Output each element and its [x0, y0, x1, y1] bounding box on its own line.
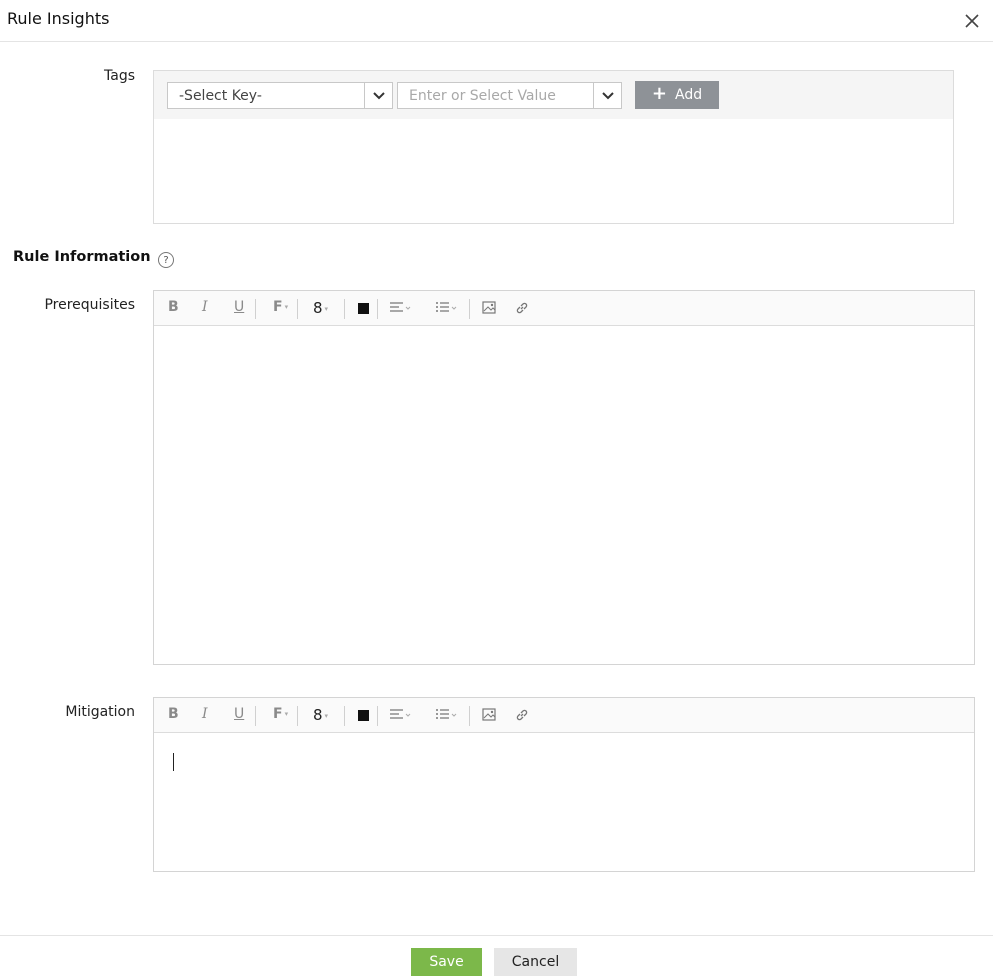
align-icon[interactable]: [389, 708, 411, 726]
link-icon[interactable]: [515, 301, 529, 319]
help-icon[interactable]: ?: [158, 252, 174, 268]
prerequisites-toolbar: B I U F ▾ 8 ▾: [154, 291, 974, 326]
font-family-icon[interactable]: F ▾: [273, 299, 288, 315]
bold-icon[interactable]: B: [168, 706, 179, 722]
toolbar-divider: [469, 299, 470, 319]
toolbar-divider: [344, 299, 345, 319]
cancel-button[interactable]: Cancel: [494, 948, 577, 976]
caret-down-icon: ▾: [284, 303, 289, 311]
toolbar-divider: [297, 706, 298, 726]
chevron-down-icon[interactable]: [364, 83, 392, 108]
text-color-icon[interactable]: [358, 710, 369, 721]
underline-icon[interactable]: U: [234, 706, 244, 722]
caret-down-icon: ▾: [284, 710, 289, 718]
toolbar-divider: [255, 706, 256, 726]
prerequisites-text-area[interactable]: [154, 326, 974, 664]
dialog-header: [0, 0, 993, 42]
add-tag-button[interactable]: + Add: [635, 81, 719, 109]
image-icon[interactable]: [482, 301, 496, 318]
toolbar-divider: [469, 706, 470, 726]
link-icon[interactable]: [515, 708, 529, 726]
prerequisites-editor: B I U F ▾ 8 ▾: [153, 290, 975, 665]
align-icon[interactable]: [389, 301, 411, 319]
tag-value-select[interactable]: Enter or Select Value: [397, 82, 622, 109]
bold-icon[interactable]: B: [168, 299, 179, 315]
caret-down-icon: ▾: [324, 711, 329, 720]
text-color-icon[interactable]: [358, 303, 369, 314]
add-tag-button-label: Add: [674, 87, 703, 103]
mitigation-text-area[interactable]: [154, 733, 974, 871]
chevron-down-icon[interactable]: [593, 83, 621, 108]
dialog-title: Rule Insights: [7, 9, 110, 28]
font-family-glyph: F: [273, 706, 283, 722]
caret-down-icon: ▾: [324, 304, 329, 313]
list-icon[interactable]: [435, 708, 457, 726]
mitigation-toolbar: B I U F ▾ 8 ▾: [154, 698, 974, 733]
font-size-value: 8: [313, 299, 323, 317]
italic-icon[interactable]: I: [202, 706, 208, 722]
toolbar-divider: [377, 299, 378, 319]
tags-label: Tags: [104, 68, 135, 84]
tag-key-select[interactable]: -Select Key-: [167, 82, 393, 109]
rule-information-heading: Rule Information: [13, 249, 151, 265]
prerequisites-label: Prerequisites: [44, 297, 135, 313]
image-icon[interactable]: [482, 708, 496, 725]
tag-value-placeholder: Enter or Select Value: [409, 88, 556, 104]
font-family-icon[interactable]: F ▾: [273, 706, 288, 722]
italic-icon[interactable]: I: [202, 299, 208, 315]
toolbar-divider: [377, 706, 378, 726]
font-size-value: 8: [313, 706, 323, 724]
text-cursor: [173, 753, 174, 771]
tags-box: -Select Key- Enter or Select Value + Add: [153, 70, 954, 224]
mitigation-editor: B I U F ▾ 8 ▾: [153, 697, 975, 872]
list-icon[interactable]: [435, 301, 457, 319]
tag-key-select-value: -Select Key-: [179, 88, 262, 104]
tags-input-bar: -Select Key- Enter or Select Value + Add: [154, 71, 953, 119]
font-size-select[interactable]: 8 ▾: [313, 299, 328, 317]
close-icon[interactable]: [962, 11, 982, 31]
toolbar-divider: [255, 299, 256, 319]
toolbar-divider: [344, 706, 345, 726]
mitigation-label: Mitigation: [65, 704, 135, 720]
plus-icon: +: [651, 83, 667, 104]
underline-icon[interactable]: U: [234, 299, 244, 315]
toolbar-divider: [297, 299, 298, 319]
save-button[interactable]: Save: [411, 948, 482, 976]
font-family-glyph: F: [273, 299, 283, 315]
font-size-select[interactable]: 8 ▾: [313, 706, 328, 724]
